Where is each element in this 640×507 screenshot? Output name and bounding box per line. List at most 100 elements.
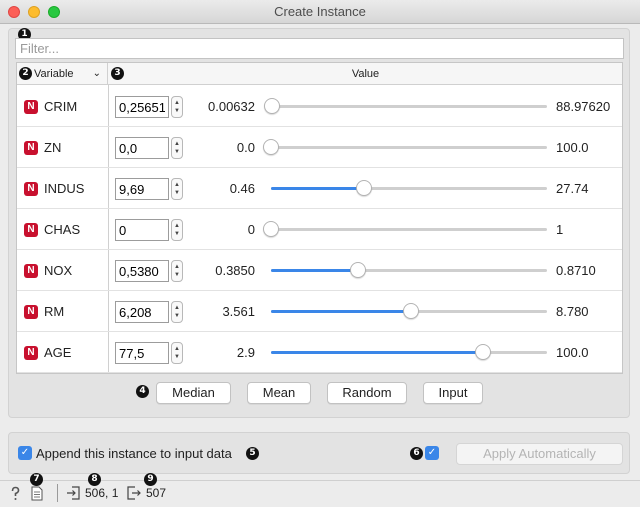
value-input[interactable] [115,342,169,364]
callout-badge-8: 8 [88,473,101,486]
min-value: 0.00632 [208,99,255,114]
numeric-variable-icon: N [24,141,38,155]
chevron-down-icon[interactable]: ▼ [174,108,180,115]
random-button[interactable]: Random [327,382,407,404]
value-header-label: Value [351,68,380,80]
value-stepper[interactable]: ▲ ▼ [171,301,183,323]
slider-fill [271,269,358,272]
input-button[interactable]: Input [423,382,483,404]
value-stepper[interactable]: ▲ ▼ [171,219,183,241]
min-value: 0.0 [236,140,255,155]
callout-badge-6: 6 [410,447,423,460]
append-checkbox[interactable]: ✓ [18,446,32,460]
value-slider[interactable] [271,180,547,196]
slider-thumb[interactable] [263,98,280,114]
value-input[interactable] [115,96,169,118]
variable-name: NOX [44,263,73,278]
chevron-up-icon[interactable]: ▲ [174,305,180,312]
value-input[interactable] [115,219,169,241]
value-stepper[interactable]: ▲ ▼ [171,96,183,118]
value-stepper[interactable]: ▲ ▼ [171,260,183,282]
table-row: N ZN ▲▼ 0.0 100.0 [17,127,622,168]
help-icon[interactable] [9,486,22,501]
chevron-down-icon: ⌄ [92,68,101,79]
min-value: 3.561 [222,304,255,319]
numeric-variable-icon: N [24,264,38,278]
numeric-variable-icon: N [24,100,38,114]
value-input[interactable] [115,137,169,159]
report-icon[interactable] [31,486,43,501]
value-input[interactable] [115,260,169,282]
callout-badge-3: 3 [111,67,124,80]
chevron-up-icon[interactable]: ▲ [174,264,180,271]
numeric-variable-icon: N [24,346,38,360]
append-label: Append this instance to input data [36,446,232,461]
variable-header-label: Variable [34,68,74,80]
callout-badge-9: 9 [144,473,157,486]
min-value: 0 [247,222,255,237]
numeric-variable-icon: N [24,182,38,196]
value-stepper[interactable]: ▲ ▼ [171,342,183,364]
slider-thumb[interactable] [474,344,491,360]
table-row: N CRIM ▲▼ 0.00632 88.97620 [17,86,622,127]
chevron-up-icon[interactable]: ▲ [174,346,180,353]
slider-fill [271,187,365,190]
chevron-up-icon[interactable]: ▲ [174,141,180,148]
chevron-up-icon[interactable]: ▲ [174,182,180,189]
callout-badge-5: 5 [246,447,259,460]
slider-thumb[interactable] [402,303,419,319]
slider-thumb[interactable] [349,262,366,278]
value-slider[interactable] [271,303,547,319]
value-slider[interactable] [271,262,547,278]
chevron-down-icon[interactable]: ▼ [174,149,180,156]
max-value: 100.0 [556,345,589,360]
slider-thumb[interactable] [263,139,279,155]
table-row: N RM ▲▼ 3.561 8.780 [17,291,622,332]
value-slider[interactable] [263,139,547,155]
max-value: 0.8710 [556,263,596,278]
max-value: 88.97620 [556,99,611,114]
variable-name: CHAS [44,222,81,237]
callout-badge-4: 4 [136,385,149,398]
slider-thumb[interactable] [263,221,279,237]
output-data-icon [127,486,141,500]
callout-badge-7: 7 [30,473,43,486]
median-button[interactable]: Median [156,382,231,404]
chevron-up-icon[interactable]: ▲ [174,100,180,107]
table-row: N INDUS ▲▼ 0.46 27.74 [17,168,622,209]
chevron-down-icon[interactable]: ▼ [174,272,180,279]
chevron-down-icon[interactable]: ▼ [174,190,180,197]
filter-input[interactable] [15,38,624,59]
value-input[interactable] [115,301,169,323]
table-header: Variable ⌄ Value [17,63,622,85]
value-slider[interactable] [271,344,547,360]
table-row: N CHAS ▲▼ 0 1 [17,209,622,250]
output-count: 507 [146,486,167,500]
status-separator [57,484,58,502]
value-slider[interactable] [263,98,547,114]
value-slider[interactable] [263,221,547,237]
table-row: N NOX ▲▼ 0.3850 0.8710 [17,250,622,291]
max-value: 27.74 [556,181,589,196]
value-input[interactable] [115,178,169,200]
min-value: 0.3850 [215,263,255,278]
slider-thumb[interactable] [356,180,373,196]
input-data-icon [67,486,80,500]
max-value: 8.780 [556,304,589,319]
chevron-down-icon[interactable]: ▼ [174,354,180,361]
numeric-variable-icon: N [24,305,38,319]
chevron-down-icon[interactable]: ▼ [174,231,180,238]
variables-table: Variable ⌄ Value NCRIM▲▼0.0063288.97620N… [16,62,623,374]
variable-name: ZN [44,140,62,155]
value-stepper[interactable]: ▲ ▼ [171,137,183,159]
auto-apply-checkbox[interactable]: ✓ [425,446,439,460]
chevron-up-icon[interactable]: ▲ [174,223,180,230]
slider-fill [271,351,483,354]
chevron-down-icon[interactable]: ▼ [174,313,180,320]
mean-button[interactable]: Mean [247,382,311,404]
min-value: 0.46 [229,181,255,196]
max-value: 1 [556,222,564,237]
apply-automatically-button[interactable]: Apply Automatically [456,443,623,465]
variable-name: RM [44,304,65,319]
value-stepper[interactable]: ▲ ▼ [171,178,183,200]
